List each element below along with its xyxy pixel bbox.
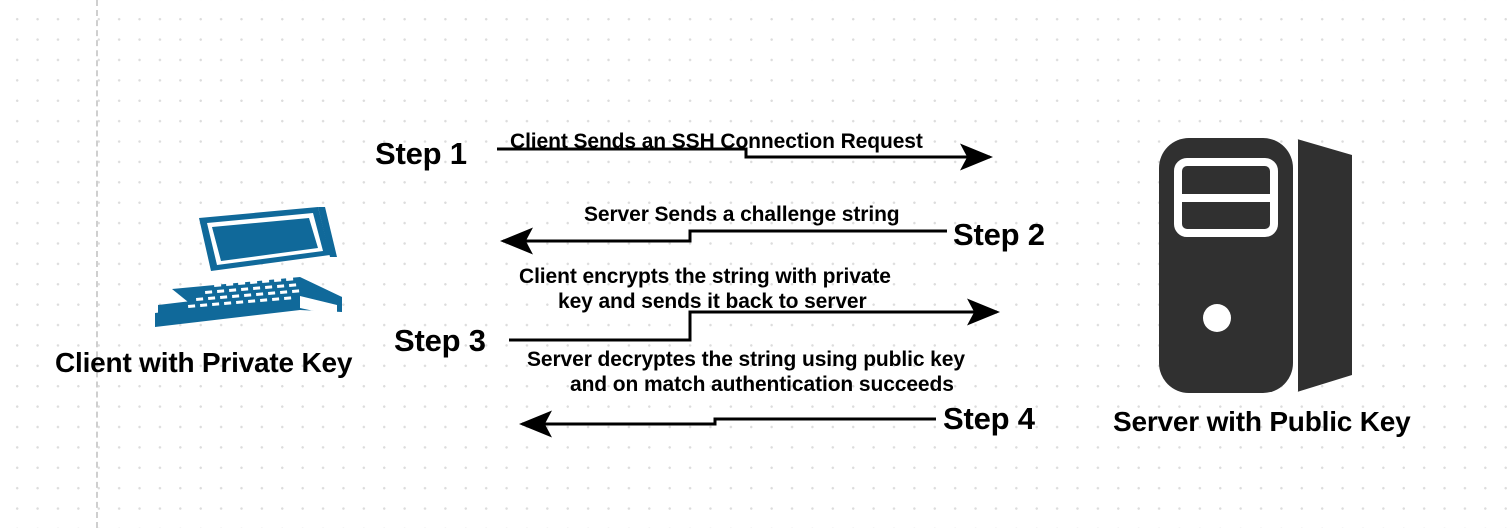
- step-4-message-line-2: and on match authentication succeeds: [570, 373, 954, 396]
- arrow-step-4: [519, 410, 936, 438]
- step-2-label: Step 2: [953, 217, 1045, 252]
- vertical-guide-line: [96, 0, 98, 528]
- step-2-message: Server Sends a challenge string: [584, 203, 900, 226]
- step-3-label: Step 3: [394, 323, 486, 358]
- step-4-label: Step 4: [943, 401, 1035, 436]
- laptop-icon: [155, 207, 342, 327]
- server-node-label: Server with Public Key: [1113, 406, 1411, 437]
- step-3-message-line-2: key and sends it back to server: [558, 290, 867, 313]
- server-tower-icon: [1159, 138, 1352, 393]
- diagram-canvas: Step 1 Client Sends an SSH Connection Re…: [0, 0, 1508, 528]
- arrow-step-3: [509, 298, 1000, 342]
- icon-layer: [155, 138, 1352, 393]
- step-3-message-line-1: Client encrypts the string with private: [519, 265, 891, 288]
- step-4-message-line-1: Server decryptes the string using public…: [527, 348, 965, 371]
- step-1-label: Step 1: [375, 136, 467, 171]
- arrow-step-2: [500, 227, 947, 255]
- client-node-label: Client with Private Key: [55, 347, 353, 378]
- step-1-message: Client Sends an SSH Connection Request: [510, 130, 923, 153]
